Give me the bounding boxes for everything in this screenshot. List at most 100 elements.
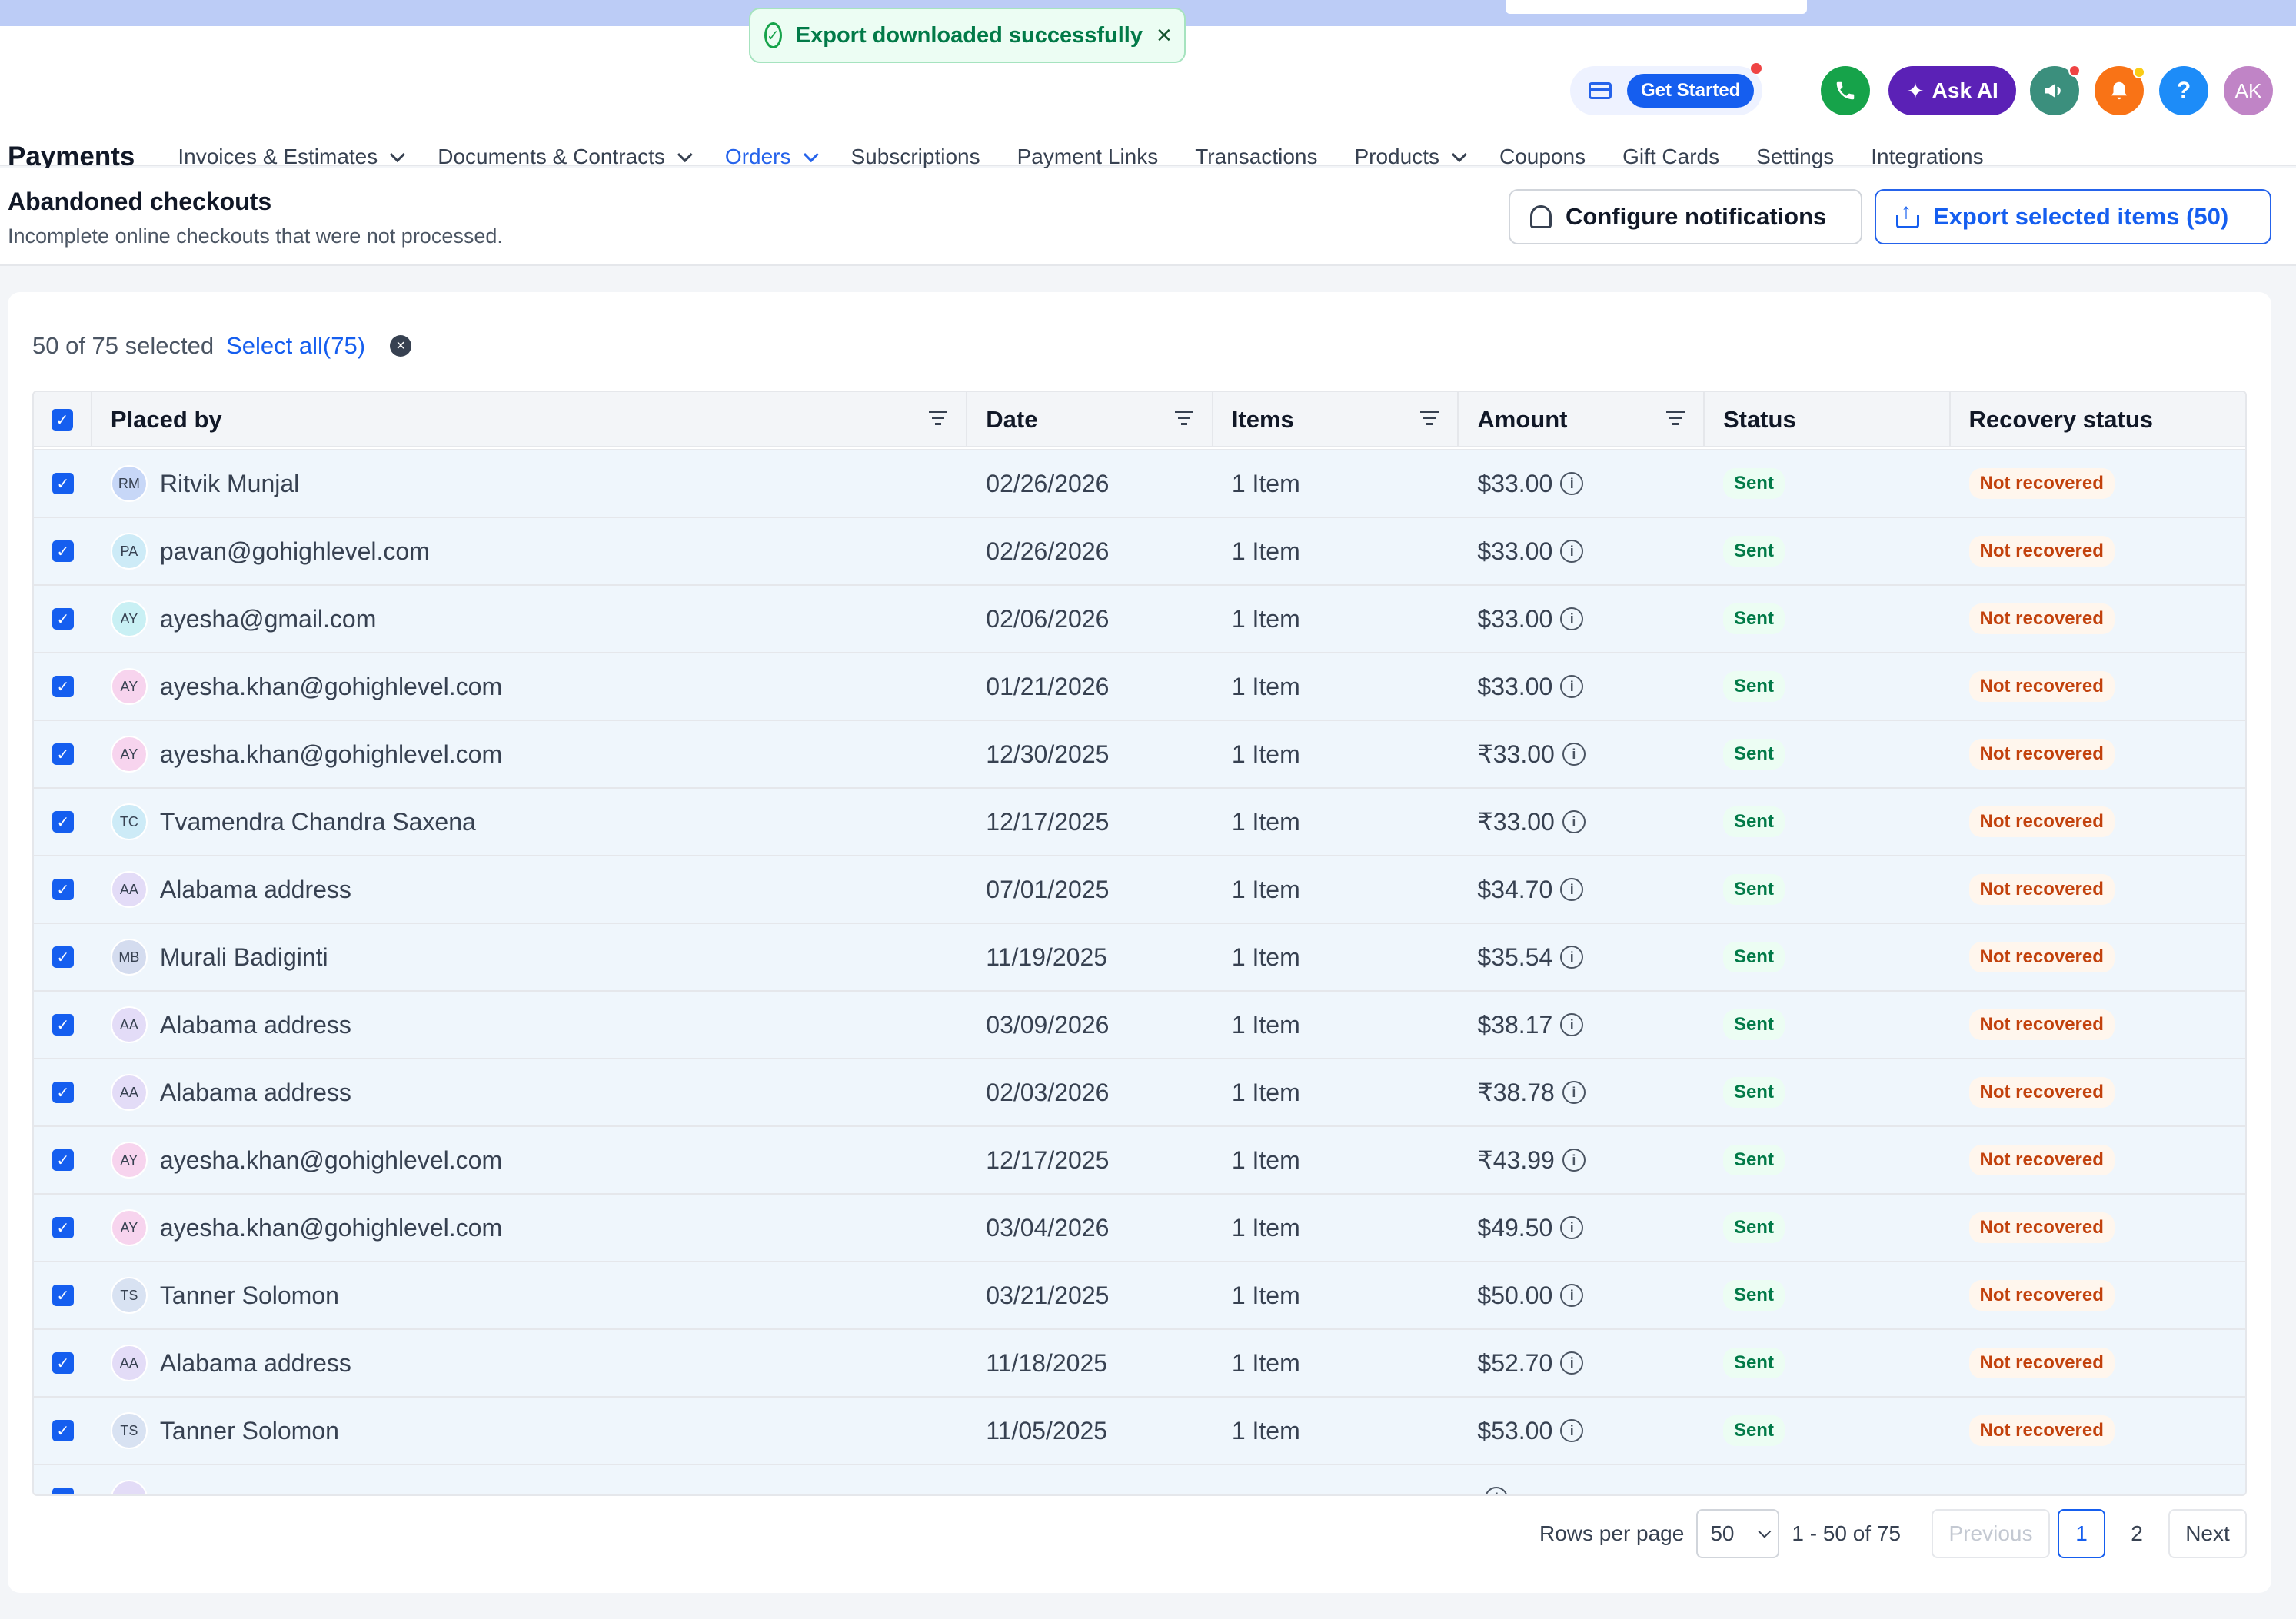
avatar: TC: [110, 803, 148, 840]
recovery-cell: Not recovered: [1951, 1127, 2245, 1193]
info-icon[interactable]: i: [1562, 1081, 1586, 1104]
get-started-pill[interactable]: Get Started: [1570, 63, 1762, 115]
phone-icon[interactable]: [1821, 66, 1870, 115]
item-count: 1 Item: [1231, 537, 1300, 565]
row-checkbox[interactable]: ✓: [52, 1014, 74, 1036]
info-icon[interactable]: i: [1560, 1419, 1584, 1442]
page-1-button[interactable]: 1: [2058, 1509, 2105, 1558]
filter-icon[interactable]: [1665, 411, 1685, 426]
table-row[interactable]: ✓ RM Ritvik Munjal 02/26/2026 1 Item $33.00 i S…: [34, 449, 2245, 517]
items-cell: 1 Item: [1213, 518, 1459, 584]
info-icon[interactable]: i: [1560, 472, 1584, 495]
page-2-button[interactable]: 2: [2113, 1509, 2161, 1558]
select-all-checkbox[interactable]: ✓: [51, 409, 73, 431]
column-recovery-status: Recovery status: [1951, 392, 2245, 447]
info-icon[interactable]: i: [1485, 1487, 1509, 1494]
customer-name: ayesha.khan@gohighlevel.com: [159, 740, 503, 768]
table-row[interactable]: ✓ TS Tanner Solomon 11/05/2025 1 Item $53.00 i…: [34, 1396, 2245, 1464]
row-checkbox[interactable]: ✓: [52, 1149, 74, 1171]
items-cell: 1 Item: [1213, 1330, 1459, 1396]
placed-by-cell: AY ayesha.khan@gohighlevel.com: [92, 1127, 967, 1193]
info-icon[interactable]: i: [1560, 1284, 1584, 1307]
order-date: 07/01/2025: [986, 875, 1110, 903]
placed-by-cell: TS Tanner Solomon: [92, 1262, 967, 1328]
rows-per-page-select[interactable]: 50: [1696, 1509, 1780, 1558]
user-avatar[interactable]: AK: [2224, 66, 2273, 115]
row-checkbox[interactable]: ✓: [52, 608, 74, 630]
table-row[interactable]: ✓ AY ayesha.khan@gohighlevel.com 01/21/2026…: [34, 652, 2245, 720]
table-row[interactable]: ✓ AY ayesha.khan@gohighlevel.com 03/04/2026…: [34, 1193, 2245, 1261]
table-row[interactable]: ✓ AY ayesha.khan@gohighlevel.com 12/17/2025…: [34, 1125, 2245, 1193]
row-checkbox-cell: ✓: [34, 1330, 92, 1396]
order-date: 03/04/2026: [986, 1213, 1110, 1242]
recovery-badge: Not recovered: [1968, 806, 2115, 837]
row-checkbox[interactable]: ✓: [52, 1285, 74, 1306]
info-icon[interactable]: i: [1560, 607, 1584, 630]
info-icon[interactable]: i: [1560, 946, 1584, 969]
row-checkbox[interactable]: ✓: [52, 1488, 74, 1494]
table-row[interactable]: ✓ TC Tvamendra Chandra Saxena 12/17/2025 1 I…: [34, 787, 2245, 855]
info-icon[interactable]: i: [1562, 1149, 1586, 1172]
notification-dot: [2068, 65, 2081, 77]
row-checkbox[interactable]: ✓: [52, 1420, 74, 1441]
row-checkbox[interactable]: ✓: [52, 1352, 74, 1374]
table-row[interactable]: ✓ TS Tanner Solomon 03/21/2025 1 Item $50.00 i…: [34, 1261, 2245, 1328]
filter-icon[interactable]: [1174, 411, 1193, 426]
close-icon[interactable]: ×: [1156, 22, 1172, 48]
info-icon[interactable]: i: [1560, 1351, 1584, 1375]
filter-icon[interactable]: [1420, 411, 1439, 426]
table-row[interactable]: ✓i: [34, 1464, 2245, 1496]
get-started-button[interactable]: Get Started: [1627, 63, 1762, 108]
table-row[interactable]: ✓ AA Alabama address 02/03/2026 1 Item ₹38.78…: [34, 1058, 2245, 1125]
ask-ai-button[interactable]: ✦ Ask AI: [1888, 66, 2016, 115]
status-badge: Sent: [1722, 1212, 1785, 1243]
table-row[interactable]: ✓ AY ayesha@gmail.com 02/06/2026 1 Item $33.0…: [34, 584, 2245, 652]
row-checkbox[interactable]: ✓: [52, 879, 74, 900]
row-checkbox[interactable]: ✓: [52, 540, 74, 562]
export-label: Export selected items (50): [1933, 203, 2229, 230]
avatar-initials: AY: [120, 610, 138, 627]
info-icon[interactable]: i: [1560, 540, 1584, 563]
select-all-link[interactable]: Select all(75): [226, 332, 365, 360]
row-checkbox[interactable]: ✓: [52, 473, 74, 494]
previous-page-button[interactable]: Previous: [1932, 1509, 2050, 1558]
row-checkbox[interactable]: ✓: [52, 946, 74, 968]
order-amount: $33.00: [1477, 672, 1553, 700]
info-icon[interactable]: i: [1560, 675, 1584, 698]
row-checkbox[interactable]: ✓: [52, 676, 74, 697]
status-badge: Sent: [1722, 468, 1785, 499]
info-icon[interactable]: i: [1560, 878, 1584, 901]
table-row[interactable]: ✓ PA pavan@gohighlevel.com 02/26/2026 1 Item…: [34, 517, 2245, 584]
order-amount: ₹38.78: [1477, 1079, 1555, 1106]
status-cell: Sent: [1705, 789, 1951, 855]
megaphone-icon[interactable]: [2030, 65, 2081, 115]
table-row[interactable]: ✓ AA Alabama address 07/01/2025 1 Item $34.70…: [34, 855, 2245, 923]
info-icon[interactable]: i: [1560, 1013, 1584, 1036]
next-page-button[interactable]: Next: [2168, 1509, 2247, 1558]
row-checkbox[interactable]: ✓: [52, 1217, 74, 1238]
avatar: [110, 1480, 148, 1494]
table-row[interactable]: ✓ AY ayesha.khan@gohighlevel.com 12/30/2025…: [34, 720, 2245, 787]
info-icon[interactable]: i: [1562, 743, 1586, 766]
row-checkbox[interactable]: ✓: [52, 1082, 74, 1103]
placed-by-cell: [92, 1465, 967, 1494]
bell-icon[interactable]: [2095, 66, 2145, 115]
table-row[interactable]: ✓ AA Alabama address 03/09/2026 1 Item $38.17…: [34, 990, 2245, 1058]
help-icon[interactable]: ?: [2159, 66, 2208, 115]
row-checkbox[interactable]: ✓: [52, 811, 74, 833]
table-row[interactable]: ✓ MB Murali Badiginti 11/19/2025 1 Item $35.5…: [34, 923, 2245, 990]
items-cell: 1 Item: [1213, 1398, 1459, 1464]
clear-selection-icon[interactable]: ×: [390, 335, 412, 357]
status-badge: Sent: [1722, 942, 1785, 972]
table-row[interactable]: ✓ AA Alabama address 11/18/2025 1 Item $52.70…: [34, 1328, 2245, 1396]
avatar-initials: MB: [118, 949, 140, 965]
filter-icon[interactable]: [929, 411, 948, 426]
export-selected-button[interactable]: Export selected items (50): [1875, 189, 2271, 244]
row-checkbox-cell: ✓: [34, 924, 92, 990]
configure-notifications-button[interactable]: Configure notifications: [1509, 189, 1862, 244]
row-checkbox[interactable]: ✓: [52, 743, 74, 765]
info-icon[interactable]: i: [1562, 810, 1586, 833]
recovery-badge: [1969, 1494, 1991, 1496]
date-cell: 07/01/2025: [967, 856, 1213, 923]
info-icon[interactable]: i: [1560, 1216, 1584, 1239]
